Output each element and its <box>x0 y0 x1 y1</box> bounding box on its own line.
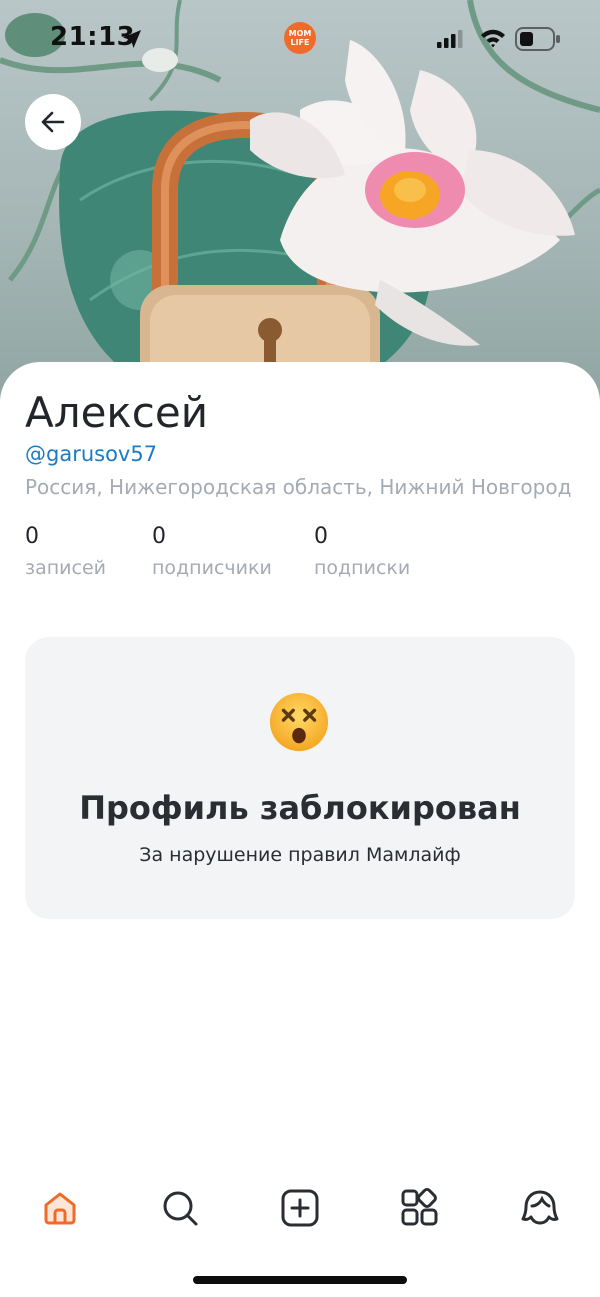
blocked-subtitle: За нарушение правил Мамлайф <box>139 844 461 866</box>
tab-add-post[interactable] <box>278 1186 322 1230</box>
catalog-icon <box>401 1188 438 1226</box>
profile-screen: 21:13 MOM LIFE Алексей @garusov57 Россия… <box>0 0 600 1297</box>
stat-followers-label: подписчики <box>152 557 272 579</box>
tab-search[interactable] <box>158 1186 202 1230</box>
stat-posts-value: 0 <box>25 524 39 549</box>
profile-name: Алексей <box>25 388 209 437</box>
arrow-left-icon <box>41 111 65 133</box>
tab-home[interactable] <box>38 1186 82 1230</box>
profile-icon <box>521 1190 559 1225</box>
search-icon <box>163 1191 198 1226</box>
app-badge-icon: MOM LIFE <box>284 22 316 54</box>
add-post-icon <box>281 1189 319 1227</box>
stat-followers-value: 0 <box>152 524 166 549</box>
stat-followers[interactable]: 0 подписчики <box>152 523 272 580</box>
blocked-title: Профиль заблокирован <box>79 789 521 827</box>
stat-following-value: 0 <box>314 524 328 549</box>
profile-handle-link[interactable]: @garusov57 <box>25 441 157 467</box>
profile-location: Россия, Нижегородская область, Нижний Но… <box>25 475 572 499</box>
dizzy-face-emoji-icon <box>269 692 329 752</box>
cover-image <box>0 0 600 410</box>
cover-artwork <box>0 0 600 406</box>
tab-profile[interactable] <box>518 1186 562 1230</box>
blocked-card: Профиль заблокирован За нарушение правил… <box>25 637 575 919</box>
back-button[interactable] <box>25 94 81 150</box>
stat-following-label: подписки <box>314 557 411 579</box>
stat-posts[interactable]: 0 записей <box>25 523 106 580</box>
stat-following[interactable]: 0 подписки <box>314 523 410 580</box>
battery-icon <box>515 27 560 51</box>
tab-catalog[interactable] <box>398 1186 442 1230</box>
stat-posts-label: записей <box>25 557 107 579</box>
signal-icon <box>437 30 463 48</box>
home-icon <box>44 1192 76 1225</box>
wifi-icon <box>481 29 505 48</box>
home-indicator[interactable] <box>193 1276 407 1284</box>
location-arrow-icon <box>123 30 141 48</box>
